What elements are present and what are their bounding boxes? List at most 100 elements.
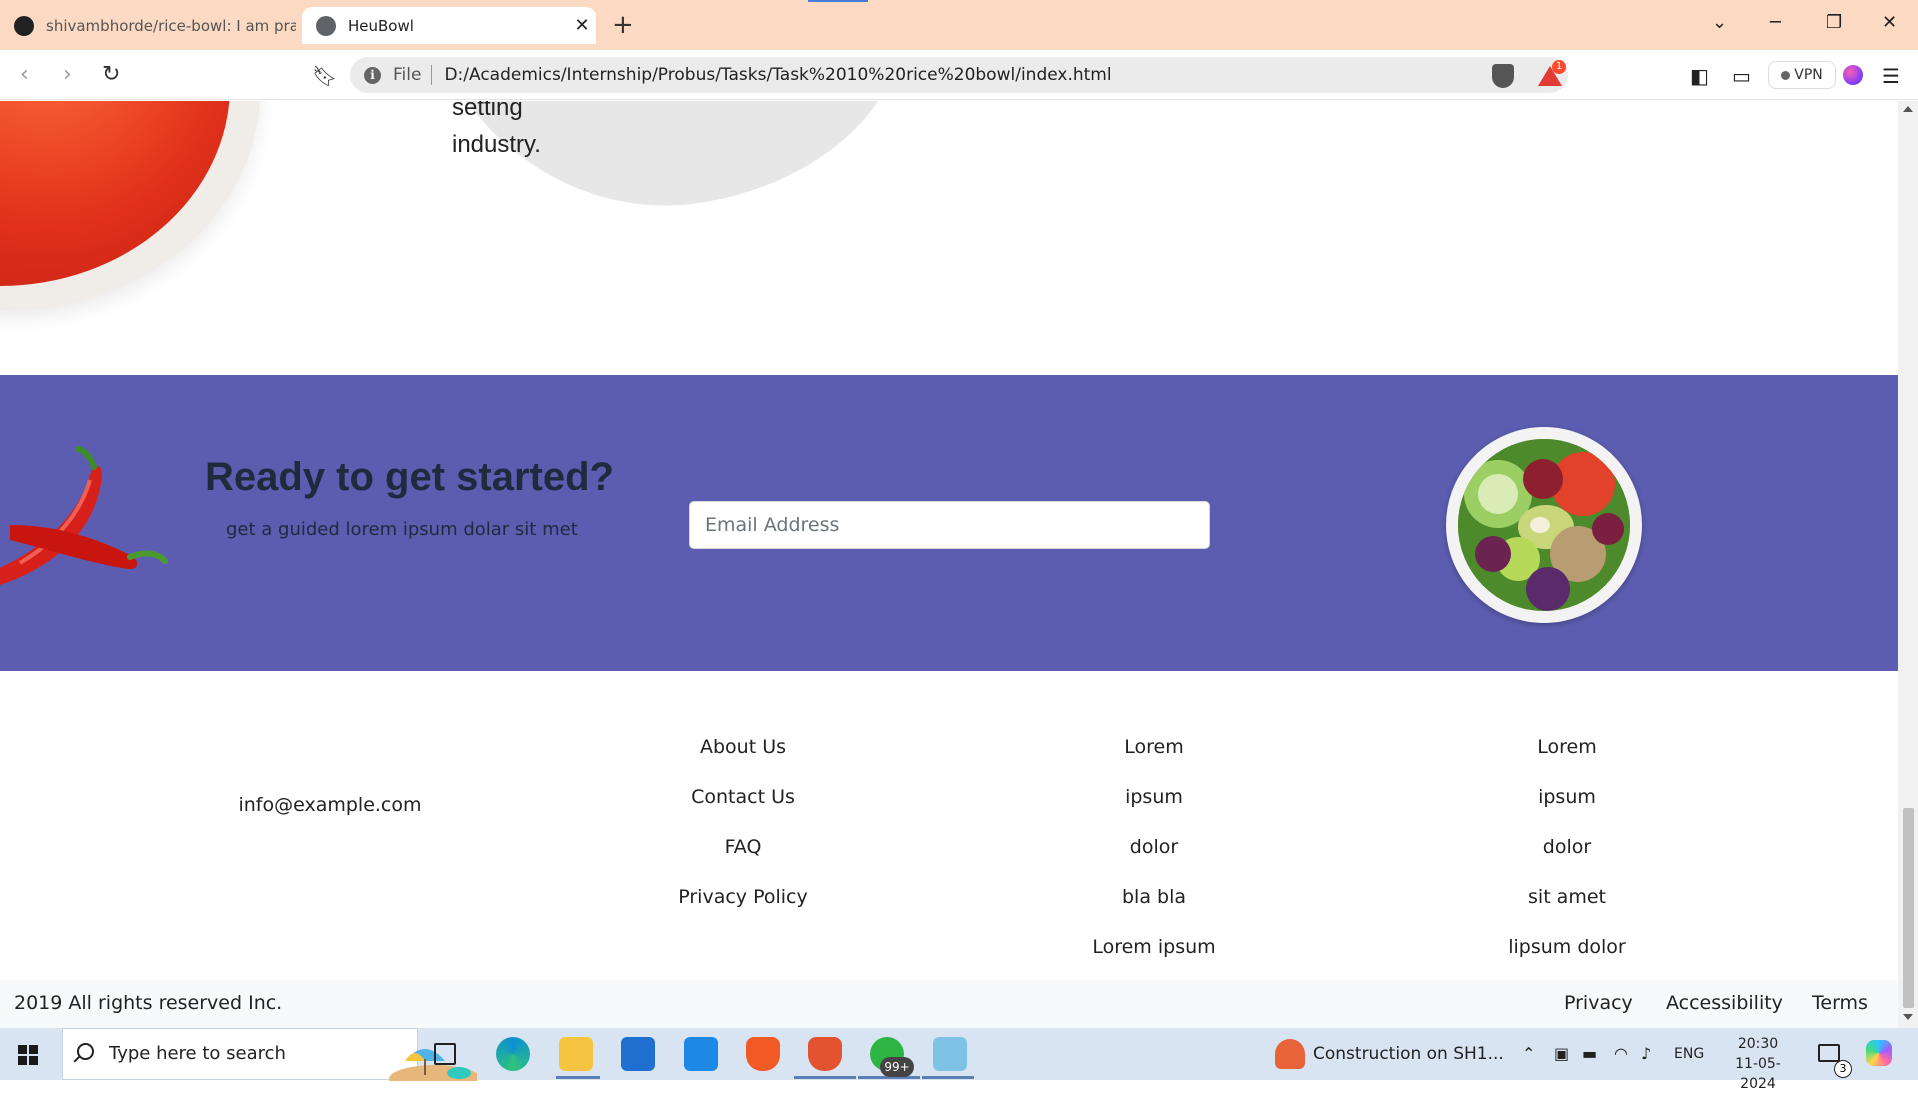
footer-bottom-bar: 2019 All rights reserved Inc. Privacy Ac…: [0, 980, 1898, 1028]
email-field[interactable]: [689, 501, 1210, 549]
footer-column-company: About Us Contact Us FAQ Privacy Policy: [593, 734, 893, 934]
taskbar-search-placeholder: Type here to search: [109, 1043, 286, 1064]
news-widget-icon[interactable]: [1275, 1039, 1305, 1069]
soup: [0, 101, 230, 286]
whatsapp-unread-badge: 99+: [880, 1057, 914, 1077]
close-tab-icon[interactable]: ✕: [568, 15, 596, 36]
rewards-badge: 1: [1552, 60, 1566, 74]
chili-peppers-image: [0, 446, 168, 585]
vpn-label: VPN: [1794, 67, 1823, 83]
taskbar-search-box[interactable]: Type here to search: [62, 1028, 477, 1081]
cta-heading: Ready to get started?: [205, 455, 614, 499]
brave-running-indicator: [794, 1076, 856, 1079]
meet-now-icon[interactable]: ▣: [1554, 1044, 1569, 1063]
vpn-button[interactable]: VPN: [1768, 61, 1836, 89]
footer-column-lorem-1: Lorem ipsum dolor bla bla Lorem ipsum: [1004, 734, 1304, 984]
clock-time: 20:30: [1737, 1036, 1779, 1052]
footer-link[interactable]: Lorem: [1004, 734, 1304, 784]
browser-toolbar: ‹ › ↻ 🔖︎ i File D:/Academics/Internship/…: [0, 50, 1918, 100]
reload-icon[interactable]: ↻: [102, 62, 120, 87]
wifi-icon[interactable]: ◠: [1614, 1044, 1628, 1063]
footer-link[interactable]: dolor: [1417, 834, 1717, 884]
terms-link[interactable]: Terms: [1812, 992, 1868, 1014]
salad-bowl-image: [1446, 427, 1642, 623]
footer-link[interactable]: Privacy Policy: [593, 884, 893, 934]
battery-icon[interactable]: ▬: [1582, 1044, 1597, 1063]
taskbar-clock[interactable]: 20:30 11-05-2024: [1718, 1034, 1798, 1094]
scrollbar-thumb[interactable]: [1903, 808, 1914, 1008]
menu-icon[interactable]: ☰: [1882, 64, 1900, 88]
footer-link[interactable]: Lorem ipsum: [1004, 934, 1304, 984]
brave-nightly-icon[interactable]: [808, 1037, 842, 1071]
edge-browser-icon[interactable]: [496, 1037, 530, 1071]
browser-tab-bar: shivambhorde/rice-bowl: I am practi HeuB…: [0, 0, 1918, 50]
footer-link[interactable]: ipsum: [1004, 784, 1304, 834]
footer-link[interactable]: bla bla: [1004, 884, 1304, 934]
profile-avatar[interactable]: [1843, 65, 1863, 85]
scroll-up-arrow-icon[interactable]: [1903, 106, 1913, 112]
accessibility-link[interactable]: Accessibility: [1666, 992, 1783, 1014]
privacy-link[interactable]: Privacy: [1564, 992, 1633, 1014]
brave-shields-icon[interactable]: [1492, 64, 1514, 88]
cta-subtitle: get a guided lorem ipsum dolar sit met: [226, 519, 578, 540]
minimize-button[interactable]: ─: [1770, 12, 1781, 33]
footer-link[interactable]: sit amet: [1417, 884, 1717, 934]
notification-count-badge: 3: [1834, 1060, 1852, 1078]
forward-icon[interactable]: ›: [63, 62, 72, 87]
search-highlight-art: [389, 1049, 477, 1081]
scroll-down-arrow-icon[interactable]: [1903, 1014, 1913, 1020]
new-tab-button[interactable]: +: [612, 10, 634, 40]
task-view-icon[interactable]: [434, 1043, 456, 1065]
github-icon: [14, 15, 34, 36]
footer-link[interactable]: Contact Us: [593, 784, 893, 834]
blob-text-line: setting: [452, 101, 523, 121]
search-icon: [77, 1043, 94, 1060]
footer-link[interactable]: ipsum: [1417, 784, 1717, 834]
blob-text-line: industry.: [452, 131, 541, 158]
footer-link[interactable]: FAQ: [593, 834, 893, 884]
footer-contact-email[interactable]: info@example.com: [0, 794, 660, 816]
notification-center-icon[interactable]: [1818, 1044, 1840, 1062]
windows-taskbar: Type here to search Construction on SH1.…: [0, 1028, 1918, 1092]
input-language-indicator[interactable]: ENG: [1674, 1046, 1704, 1062]
back-icon[interactable]: ‹: [20, 62, 29, 87]
blob-text: setting industry.: [452, 101, 541, 163]
tab-title: HeuBowl: [348, 16, 414, 35]
close-window-button[interactable]: ✕: [1882, 12, 1897, 33]
footer-link[interactable]: lipsum dolor: [1417, 934, 1717, 984]
microsoft-store-icon[interactable]: [621, 1037, 655, 1071]
copilot-icon[interactable]: [1866, 1040, 1892, 1066]
tab-strip-accent: [808, 0, 868, 2]
site-info-icon[interactable]: i: [364, 66, 381, 84]
show-hidden-icons-chevron-icon[interactable]: ⌃: [1522, 1044, 1535, 1063]
sidebar-toggle-icon[interactable]: ◧: [1690, 64, 1709, 88]
tab-title: shivambhorde/rice-bowl: I am practi: [46, 16, 296, 35]
file-explorer-running-indicator: [556, 1076, 600, 1079]
cta-section: Ready to get started? get a guided lorem…: [0, 375, 1898, 671]
tab-github[interactable]: shivambhorde/rice-bowl: I am practi: [0, 7, 296, 44]
footer-link[interactable]: dolor: [1004, 834, 1304, 884]
windows-start-icon[interactable]: [18, 1045, 38, 1065]
tab-search-chevron-icon[interactable]: ⌄: [1712, 12, 1727, 33]
bookmark-icon[interactable]: 🔖︎: [312, 64, 337, 88]
copyright-text: 2019 All rights reserved Inc.: [14, 992, 283, 1014]
url-text[interactable]: D:/Academics/Internship/Probus/Tasks/Tas…: [444, 65, 1111, 85]
url-scheme-label: File: [393, 65, 433, 85]
footer-link[interactable]: Lorem: [1417, 734, 1717, 784]
address-bar[interactable]: i File D:/Academics/Internship/Probus/Ta…: [350, 57, 1568, 93]
news-widget-text[interactable]: Construction on SH1...: [1313, 1044, 1504, 1064]
globe-icon: [316, 15, 336, 36]
notes-app-icon[interactable]: [933, 1037, 967, 1071]
restore-button[interactable]: ❐: [1826, 12, 1842, 33]
tab-heubowl[interactable]: HeuBowl ✕: [302, 7, 596, 44]
notes-running-indicator: [922, 1076, 974, 1079]
volume-icon[interactable]: ♪: [1641, 1044, 1651, 1063]
mail-icon[interactable]: [684, 1037, 718, 1071]
footer-link[interactable]: About Us: [593, 734, 893, 784]
file-explorer-icon[interactable]: [559, 1037, 593, 1071]
salad-contents: [1458, 439, 1630, 611]
clock-date: 11-05-2024: [1735, 1056, 1781, 1092]
page-viewport: setting industry. Ready to get started? …: [0, 101, 1898, 1028]
wallet-icon[interactable]: ▭: [1732, 64, 1751, 88]
brave-browser-icon[interactable]: [746, 1037, 780, 1071]
